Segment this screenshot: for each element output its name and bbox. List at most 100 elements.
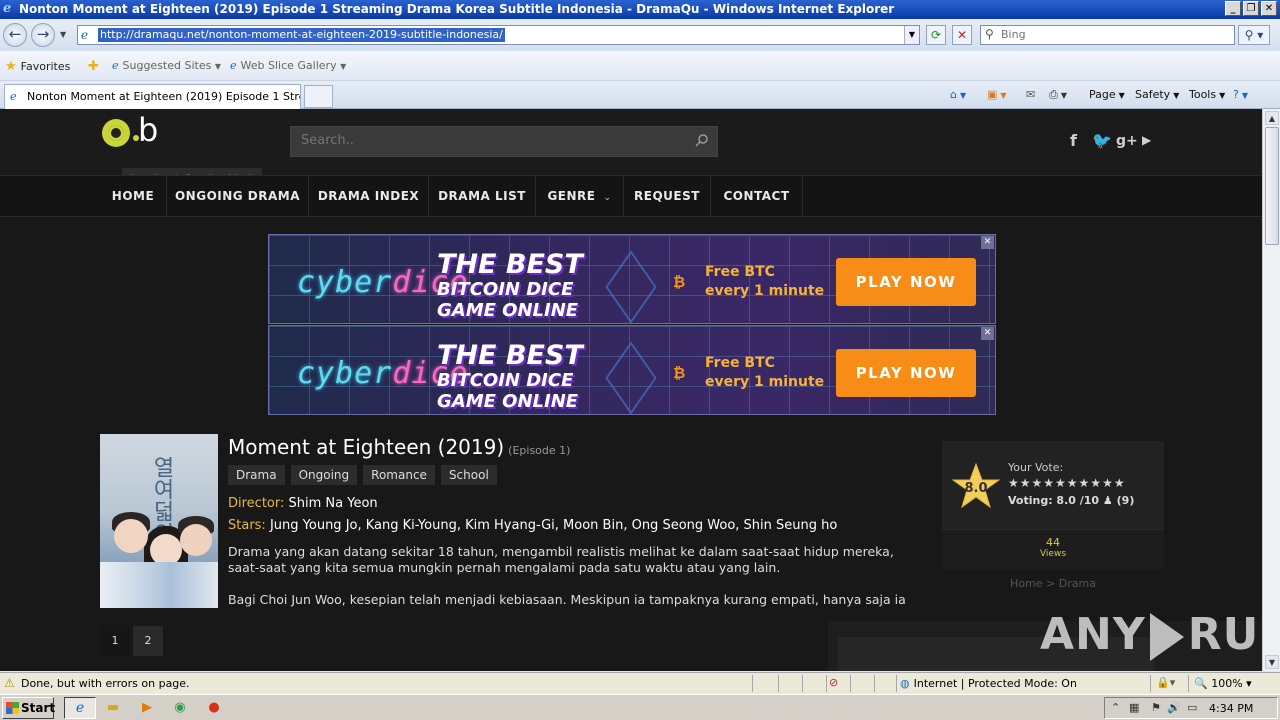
- bing-search-box[interactable]: ⚲: [980, 25, 1235, 45]
- twitter-icon[interactable]: 🐦: [1092, 131, 1112, 150]
- network-icon[interactable]: ▦: [1129, 701, 1139, 714]
- genre-tag[interactable]: Drama: [228, 465, 285, 485]
- nav-drama-list[interactable]: DRAMA LIST: [429, 176, 536, 217]
- tray-expand-icon[interactable]: ⌃: [1111, 701, 1120, 714]
- pagination-page[interactable]: 2: [133, 626, 163, 656]
- tools-menu-label: Tools: [1189, 88, 1217, 101]
- suggested-sites-link[interactable]: e Suggested Sites ▼: [112, 59, 221, 72]
- ad-play-now-button[interactable]: PLAY NOW: [836, 258, 976, 306]
- media-player-icon[interactable]: ▶: [138, 699, 156, 717]
- breadcrumb[interactable]: Home > Drama: [942, 577, 1164, 590]
- vote-stars[interactable]: ★★★★★★★★★★: [1008, 476, 1126, 490]
- episode-label: (Episode 1): [508, 444, 571, 457]
- nav-contact[interactable]: CONTACT: [711, 176, 803, 217]
- google-plus-icon[interactable]: g+: [1116, 133, 1138, 149]
- explorer-folder-icon[interactable]: ▬: [104, 699, 122, 717]
- poster-figure: [100, 562, 218, 608]
- stop-button[interactable]: ✕: [952, 25, 972, 45]
- tools-menu[interactable]: Tools ▼: [1189, 88, 1225, 101]
- director-line: Director: Shim Na Yeon: [228, 496, 378, 511]
- clock[interactable]: 4:34 PM: [1209, 702, 1253, 715]
- add-favorites-button[interactable]: ✚: [88, 59, 103, 74]
- nav-drama-index[interactable]: DRAMA INDEX: [309, 176, 429, 217]
- ad-subheadline: BITCOIN DICE GAME ONLINE: [437, 370, 579, 412]
- restore-button[interactable]: ❐: [1243, 1, 1259, 16]
- nav-request[interactable]: REQUEST: [624, 176, 711, 217]
- address-toolbar: ← → ▼ e http://dramaqu.net/nonton-moment…: [0, 19, 1280, 51]
- ad-close-icon[interactable]: ✕: [981, 236, 994, 249]
- security-zone[interactable]: ◍ Internet | Protected Mode: On: [900, 677, 1077, 690]
- forward-button[interactable]: →: [31, 23, 55, 47]
- genre-tag[interactable]: Romance: [363, 465, 435, 485]
- site-search-input[interactable]: [301, 133, 681, 148]
- address-field[interactable]: e http://dramaqu.net/nonton-moment-at-ei…: [77, 25, 920, 45]
- page-menu[interactable]: Page ▼: [1089, 88, 1125, 101]
- drama-poster[interactable]: 열여덟의 순간: [100, 434, 218, 608]
- tab-bar: e Nonton Moment at Eighteen (2019) Episo…: [0, 81, 1280, 109]
- flag-icon[interactable]: ⚑: [1151, 701, 1161, 714]
- genre-tag[interactable]: School: [440, 465, 497, 485]
- address-dropdown-icon[interactable]: ▼: [904, 26, 919, 44]
- nav-ongoing-drama[interactable]: ONGOING DRAMA: [167, 176, 309, 217]
- volume-icon[interactable]: 🔊: [1167, 701, 1181, 714]
- back-button[interactable]: ←: [3, 23, 27, 47]
- safety-menu[interactable]: Safety ▼: [1135, 88, 1179, 101]
- history-dropdown-icon[interactable]: ▼: [60, 30, 66, 39]
- status-divider: [1188, 675, 1189, 692]
- favorites-bar: ★ Favorites ✚ e Suggested Sites ▼ e Web Sli…: [0, 51, 1280, 81]
- scroll-down-icon[interactable]: ▼: [1265, 655, 1279, 669]
- search-icon[interactable]: [695, 133, 709, 147]
- stars-names[interactable]: Jung Young Jo, Kang Ki-Young, Kim Hyang-…: [270, 518, 837, 533]
- poster-figure: [180, 524, 212, 556]
- description-paragraph: Drama yang akan datang sekitar 18 tahun,…: [228, 544, 894, 575]
- minimize-button[interactable]: _: [1225, 1, 1241, 16]
- warning-icon[interactable]: ⚠: [4, 676, 15, 690]
- youtube-icon[interactable]: ▶: [1142, 133, 1151, 147]
- status-divider: [850, 675, 851, 692]
- bing-search-input[interactable]: [1001, 28, 1221, 41]
- web-slice-gallery-link[interactable]: e Web Slice Gallery ▼: [230, 59, 346, 72]
- new-tab-button[interactable]: [304, 85, 333, 108]
- popup-blocked-icon[interactable]: ⊘: [829, 676, 838, 689]
- description-paragraph: Bagi Choi Jun Woo, kesepian telah menjad…: [228, 592, 906, 607]
- ad-play-now-button[interactable]: PLAY NOW: [836, 349, 976, 397]
- read-mail-icon[interactable]: ✉: [1026, 88, 1035, 101]
- feeds-icon[interactable]: ▣ ▼: [987, 88, 1007, 101]
- search-go-button[interactable]: ⚲ ▾: [1238, 25, 1270, 45]
- status-bar: ⚠ Done, but with errors on page. ⊘ ◍ Inte…: [0, 672, 1280, 694]
- genre-tag[interactable]: Ongoing: [290, 465, 358, 485]
- director-name[interactable]: Shim Na Yeon: [289, 496, 378, 511]
- tab-active[interactable]: e Nonton Moment at Eighteen (2019) Episo…: [4, 84, 301, 109]
- scroll-up-icon[interactable]: ▲: [1265, 111, 1279, 125]
- home-icon[interactable]: ⌂ ▼: [950, 88, 966, 101]
- zoom-level[interactable]: 🔍 100% ▾: [1194, 677, 1252, 690]
- pagination-page[interactable]: 1: [100, 626, 130, 656]
- start-button[interactable]: Start: [2, 697, 55, 719]
- print-icon[interactable]: ⎙ ▼: [1049, 88, 1067, 102]
- site-logo[interactable]: b Nonton Streaming Drama Korea Sub Indo: [100, 111, 263, 188]
- help-icon[interactable]: ? ▼: [1233, 88, 1248, 101]
- chrome-icon[interactable]: ◉: [171, 699, 189, 717]
- opera-icon[interactable]: ●: [205, 699, 223, 717]
- facebook-icon[interactable]: f: [1070, 131, 1077, 150]
- chevron-down-icon: ⌄: [603, 193, 612, 203]
- site-search-box[interactable]: [290, 126, 718, 157]
- taskbar-ie-button[interactable]: e: [64, 697, 96, 719]
- ad-banner[interactable]: cyberdice THE BEST BITCOIN DICE GAME ONLI…: [268, 234, 996, 324]
- genre-tags: Drama Ongoing Romance School: [228, 465, 497, 485]
- nav-genre-label: GENRE: [547, 189, 596, 203]
- ad-close-icon[interactable]: ✕: [981, 327, 994, 340]
- vertical-scrollbar[interactable]: ▲ ▼: [1262, 109, 1280, 671]
- monitor-icon[interactable]: ▭: [1187, 701, 1197, 714]
- window-titlebar: e Nonton Moment at Eighteen (2019) Episo…: [0, 0, 1280, 19]
- refresh-button[interactable]: ⟳: [926, 25, 946, 45]
- nav-home[interactable]: HOME: [100, 176, 167, 217]
- url-text[interactable]: http://dramaqu.net/nonton-moment-at-eigh…: [98, 28, 505, 42]
- nav-genre[interactable]: GENRE ⌄: [536, 176, 624, 217]
- ad-banner[interactable]: cyberdice THE BEST BITCOIN DICE GAME ONLI…: [268, 325, 996, 415]
- scroll-thumb[interactable]: [1265, 127, 1279, 245]
- favorites-button[interactable]: ★ Favorites: [5, 59, 70, 74]
- status-message: Done, but with errors on page.: [21, 677, 190, 690]
- protected-mode-icon[interactable]: 🔒▾: [1156, 676, 1175, 689]
- close-window-button[interactable]: ✕: [1261, 1, 1277, 16]
